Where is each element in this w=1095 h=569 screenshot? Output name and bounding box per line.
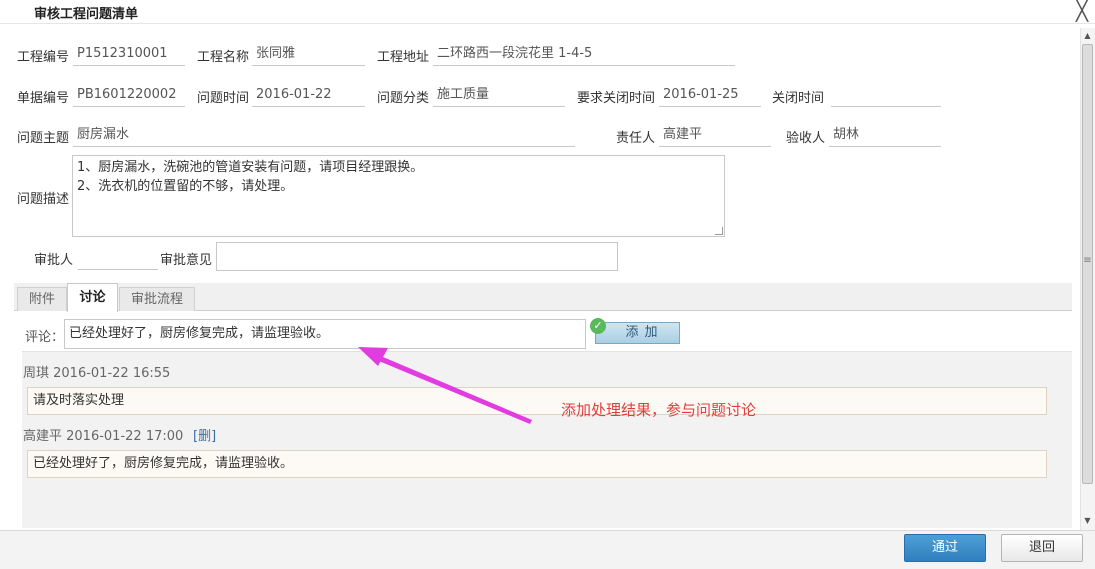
delete-comment-link[interactable]: [删] [193,425,216,444]
discussion-message-2: 已经处理好了，厨房修复完成，请监理验收。 [27,450,1047,478]
pass-button[interactable]: 通过 [904,534,986,562]
approver-field[interactable] [78,248,158,270]
approval-opinion-label: 审批意见 [160,253,213,268]
tab-approval-flow[interactable]: 审批流程 [119,287,195,311]
project-address-label: 工程地址 [377,50,430,65]
project-name-label: 工程名称 [197,50,250,65]
owner-field[interactable]: 高建平 [659,125,771,147]
window-title: 审核工程问题清单 [34,7,139,22]
issue-time-label: 问题时间 [197,91,250,106]
resize-grip-icon[interactable] [715,227,723,235]
description-line-2: 2、洗衣机的位置留的不够，请处理。 [77,179,294,194]
issue-time-field[interactable]: 2016-01-22 [252,85,365,107]
annotation-text: 添加处理结果，参与问题讨论 [561,401,757,419]
scroll-up-icon[interactable]: ▲ [1082,30,1093,42]
add-comment-button[interactable]: 添加 [595,322,680,344]
description-textarea[interactable]: 1、厨房漏水，洗碗池的管道安装有问题，请项目经理跟换。 2、洗衣机的位置留的不够… [72,155,725,237]
close-time-field[interactable] [831,85,941,107]
close-time-label: 关闭时间 [772,91,825,106]
annotation-arrow-icon [358,347,532,424]
comment-label: 评论： [25,330,65,345]
doc-no-field[interactable]: PB1601220002 [73,85,185,107]
project-no-label: 工程编号 [17,50,70,65]
project-no-field[interactable]: P1512310001 [73,44,185,66]
scroll-down-icon[interactable]: ▼ [1082,515,1093,527]
close-icon[interactable]: ╳ [1072,0,1092,20]
acceptor-label: 验收人 [786,131,826,146]
project-address-field[interactable]: 二环路西一段浣花里 1-4-5 [433,44,735,66]
title-bar [0,0,1095,24]
subject-field[interactable]: 厨房漏水 [73,125,575,147]
issue-category-field[interactable]: 施工质量 [433,85,565,107]
tab-discussion[interactable]: 讨论 [67,283,118,312]
owner-label: 责任人 [616,131,656,146]
issue-category-label: 问题分类 [377,91,430,106]
required-close-field[interactable]: 2016-01-25 [659,85,761,107]
description-line-1: 1、厨房漏水，洗碗池的管道安装有问题，请项目经理跟换。 [77,160,424,175]
description-label: 问题描述 [17,192,70,207]
discussion-author-2: 高建平 2016-01-22 17:00 [23,429,184,444]
return-button[interactable]: 退回 [1001,534,1083,562]
acceptor-field[interactable]: 胡林 [829,125,941,147]
subject-label: 问题主题 [17,131,70,146]
project-name-field[interactable]: 张同雅 [252,44,365,66]
discussion-author-1: 周琪 2016-01-22 16:55 [23,366,171,381]
scroll-grip-icon: ≡ [1083,255,1092,266]
tab-attachments[interactable]: 附件 [17,287,67,311]
approver-label: 审批人 [34,253,74,268]
doc-no-label: 单据编号 [17,91,70,106]
required-close-label: 要求关闭时间 [577,91,656,106]
approval-opinion-input[interactable] [216,242,618,271]
check-icon: ✓ [590,318,606,334]
